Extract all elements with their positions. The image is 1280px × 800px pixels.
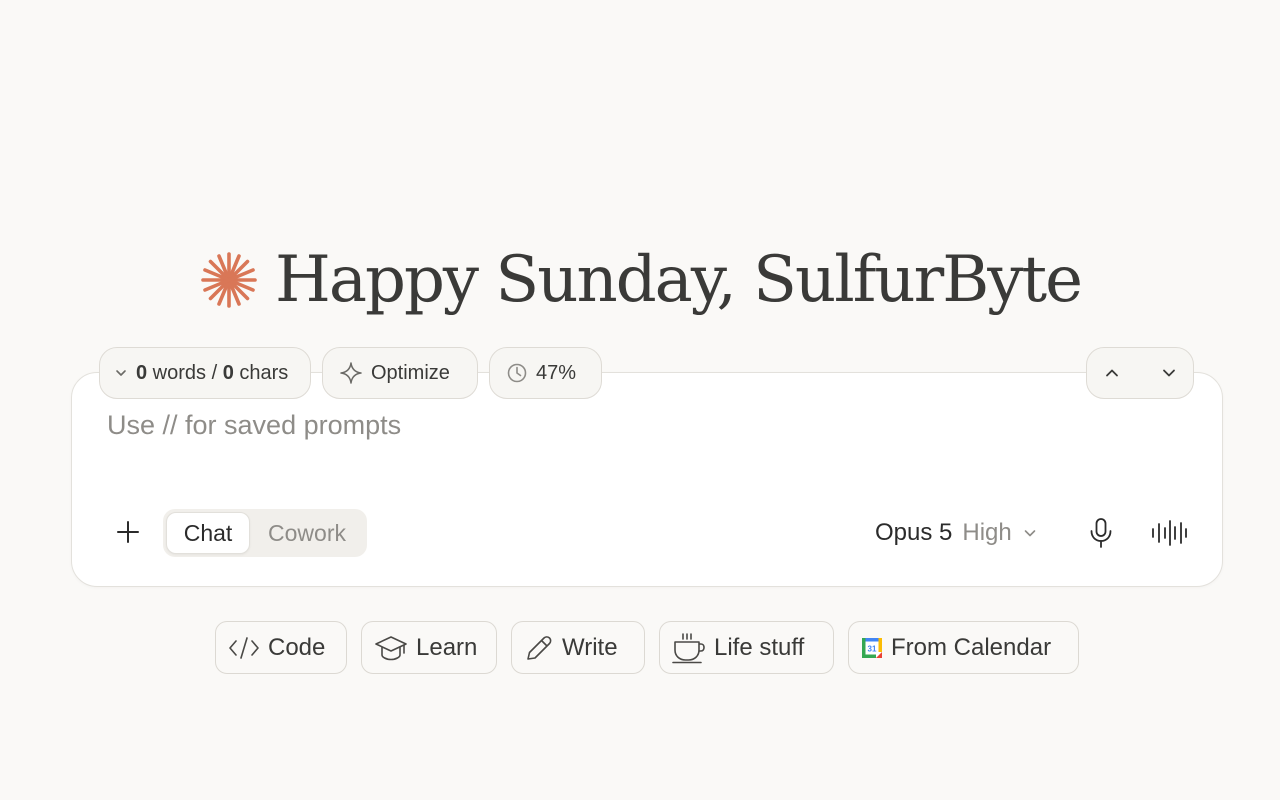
greeting: Happy Sunday, SulfurByte (0, 238, 1280, 322)
usage-percent: 47% (536, 361, 577, 384)
code-icon (229, 636, 259, 659)
chevron-down-icon (116, 370, 126, 376)
char-count-value: 0 (222, 361, 234, 384)
mode-chat-tab[interactable]: Chat (166, 512, 250, 554)
voice-mode-button[interactable] (1149, 513, 1189, 553)
chevron-up-icon (1105, 369, 1118, 377)
pencil-icon (527, 635, 552, 660)
sparkle-asterisk-icon (201, 252, 257, 308)
model-selector[interactable]: Opus 5 High (875, 514, 1038, 552)
model-name: Opus 5 (875, 519, 953, 546)
suggestion-code-label: Code (268, 633, 326, 661)
prompt-nav-group (1086, 347, 1194, 399)
microphone-button[interactable] (1081, 513, 1121, 553)
mode-toggle: Chat Cowork (163, 509, 367, 557)
greeting-title: Happy Sunday, SulfurByte (275, 243, 1083, 317)
word-count-text: 0 words / 0 chars (136, 362, 288, 385)
suggestion-learn-label: Learn (416, 633, 478, 661)
plus-icon (117, 521, 139, 543)
chevron-down-icon (1024, 530, 1036, 537)
suggestion-write[interactable]: Write (511, 621, 645, 674)
coffee-cup-icon (672, 632, 705, 663)
word-count-pill[interactable]: 0 words / 0 chars (99, 347, 311, 399)
nav-up-button[interactable] (1092, 353, 1132, 393)
suggestion-from-calendar[interactable]: 31 From Calendar (848, 621, 1079, 674)
word-count-words-label: words / (147, 361, 223, 384)
optimize-label: Optimize (371, 361, 450, 384)
calendar-day: 31 (868, 644, 877, 653)
suggestion-learn[interactable]: Learn (361, 621, 497, 674)
sparkle-icon (340, 362, 362, 384)
microphone-icon (1090, 518, 1112, 548)
suggestion-life-stuff[interactable]: Life stuff (659, 621, 834, 674)
voice-waveform-icon (1152, 520, 1187, 546)
chevron-down-icon (1162, 369, 1175, 377)
add-attachment-button[interactable] (110, 514, 146, 550)
optimize-button[interactable]: Optimize (322, 347, 478, 399)
char-count-chars-label: chars (233, 361, 289, 384)
mode-cowork-tab[interactable]: Cowork (250, 512, 364, 554)
prompt-input[interactable]: Use // for saved prompts (107, 410, 401, 441)
word-count-value: 0 (136, 361, 148, 384)
suggestion-life-stuff-label: Life stuff (714, 633, 805, 661)
suggestion-from-calendar-label: From Calendar (891, 633, 1052, 661)
calendar-icon: 31 (862, 637, 882, 658)
model-effort: High (962, 519, 1012, 546)
graduation-cap-icon (375, 635, 407, 660)
nav-down-button[interactable] (1149, 353, 1189, 393)
usage-indicator[interactable]: 47% (489, 347, 602, 399)
suggestion-code[interactable]: Code (215, 621, 347, 674)
suggestion-write-label: Write (562, 633, 618, 661)
usage-gauge-icon (507, 363, 527, 383)
